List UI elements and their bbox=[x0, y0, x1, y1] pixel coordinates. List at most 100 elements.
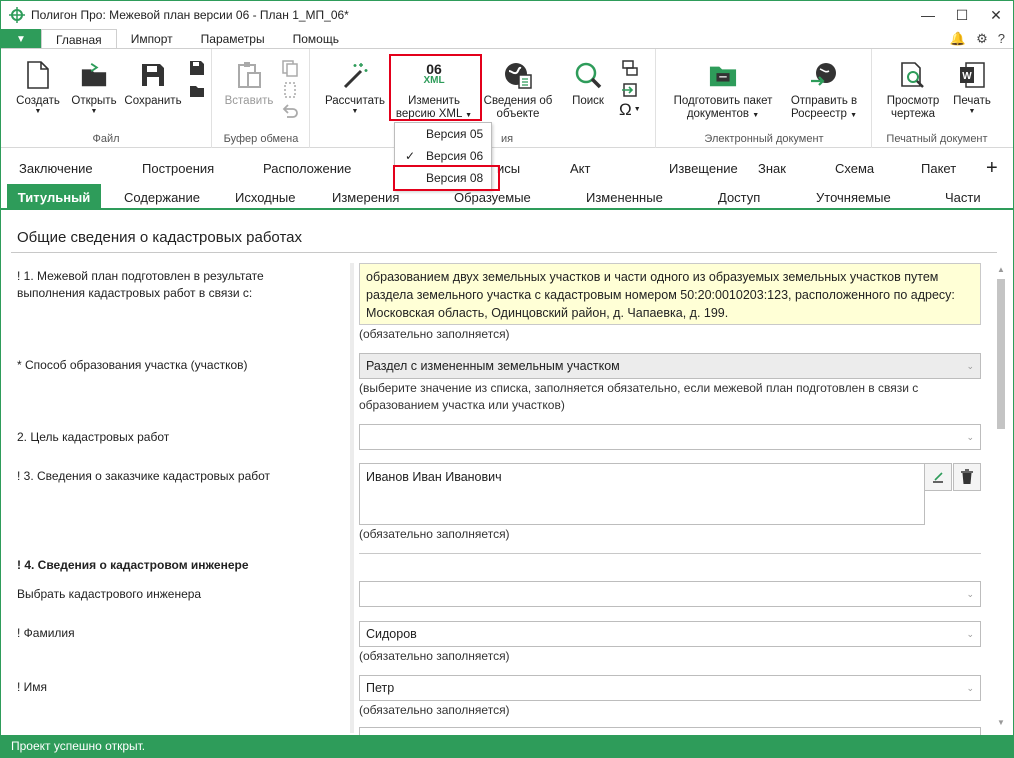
tab-title-page[interactable]: Титульный bbox=[7, 184, 101, 210]
undo-icon[interactable] bbox=[281, 103, 299, 121]
highlight-xml-button bbox=[389, 54, 482, 121]
tab-specified[interactable]: Уточняемые bbox=[816, 190, 891, 205]
tab-sign[interactable]: Знак bbox=[758, 161, 786, 176]
create-label: Создать bbox=[16, 95, 60, 107]
open-button[interactable]: Открыть ▼ bbox=[67, 61, 121, 116]
chevron-down-icon: ⌄ bbox=[966, 629, 974, 639]
section-title: Общие сведения о кадастровых работах bbox=[17, 229, 302, 246]
engineer-header: ! 4. Сведения о кадастровом инженере bbox=[17, 558, 249, 572]
help-icon[interactable]: ? bbox=[998, 31, 1005, 47]
print-label: Печать bbox=[953, 95, 991, 107]
file-menu-button[interactable]: ▼ bbox=[1, 29, 41, 49]
tab-import[interactable]: Импорт bbox=[117, 29, 187, 49]
name-select[interactable]: Петр ⌄ bbox=[359, 675, 981, 701]
tab-constructions[interactable]: Построения bbox=[142, 161, 214, 176]
paste-button[interactable]: Вставить bbox=[221, 61, 277, 108]
tab-act[interactable]: Акт bbox=[570, 161, 590, 176]
maximize-button[interactable]: ☐ bbox=[945, 1, 979, 29]
search-button[interactable]: Поиск bbox=[563, 61, 613, 108]
green-folder-icon bbox=[709, 61, 737, 89]
preview-label-1: Просмотр bbox=[886, 95, 940, 107]
tab-notice[interactable]: Извещение bbox=[669, 161, 738, 176]
preview-drawing-button[interactable]: Просмотр чертежа bbox=[879, 61, 947, 121]
tab-package[interactable]: Пакет bbox=[921, 161, 956, 176]
settings-icon[interactable]: ⚙ bbox=[976, 31, 988, 47]
delete-customer-button[interactable] bbox=[953, 463, 981, 491]
q1-textarea[interactable]: образованием двух земельных участков и ч… bbox=[359, 263, 981, 325]
notification-icon[interactable]: 🔔 bbox=[950, 31, 966, 47]
surname-hint: (обязательно заполняется) bbox=[359, 649, 510, 663]
customer-textarea[interactable]: Иванов Иван Иванович bbox=[359, 463, 925, 525]
pencil-icon bbox=[933, 472, 943, 483]
app-logo-icon bbox=[9, 7, 25, 23]
version-05-option[interactable]: Версия 05 bbox=[395, 123, 491, 145]
scroll-down-icon[interactable]: ▼ bbox=[997, 718, 1005, 727]
copy-icon[interactable] bbox=[281, 59, 299, 77]
tab-formed[interactable]: Образуемые bbox=[454, 190, 531, 205]
tab-descriptions[interactable]: исы bbox=[497, 161, 520, 176]
group-clipboard: Вставить Буфер обмена bbox=[213, 49, 310, 148]
tab-conclusion[interactable]: Заключение bbox=[19, 161, 93, 176]
object-info-button[interactable]: Сведения об объекте bbox=[479, 61, 557, 121]
import-arrow-icon[interactable] bbox=[621, 81, 639, 99]
close-project-icon[interactable] bbox=[188, 81, 206, 99]
highlight-version-08 bbox=[393, 165, 500, 191]
next-field-partial[interactable] bbox=[359, 727, 981, 735]
save-as-icon[interactable] bbox=[188, 59, 206, 77]
send-rosreestr-button[interactable]: Отправить в Росреестр ▼ bbox=[783, 61, 865, 121]
layers-icon[interactable] bbox=[621, 59, 639, 77]
tab-measurements[interactable]: Измерения bbox=[332, 190, 399, 205]
new-document-icon bbox=[24, 61, 52, 89]
group-print-label: Печатный документ bbox=[886, 133, 988, 145]
vertical-scrollbar[interactable]: ▲ ▼ bbox=[995, 263, 1007, 733]
object-info-label-1: Сведения об bbox=[483, 95, 553, 107]
print-button[interactable]: W Печать ▼ bbox=[949, 61, 995, 116]
tab-parameters[interactable]: Параметры bbox=[187, 29, 279, 49]
tab-access[interactable]: Доступ bbox=[718, 190, 760, 205]
save-button[interactable]: Сохранить bbox=[123, 61, 183, 108]
prepare-package-button[interactable]: Подготовить пакет документов ▼ bbox=[667, 61, 779, 121]
title-bar: Полигон Про: Межевой план версии 06 - Пл… bbox=[1, 1, 1013, 29]
goal-select[interactable]: ⌄ bbox=[359, 424, 981, 450]
tab-location[interactable]: Расположение bbox=[263, 161, 351, 176]
special-symbols-button[interactable]: Ω ▼ bbox=[619, 100, 649, 119]
status-bar: Проект успешно открыт. bbox=[1, 735, 1013, 757]
surname-select[interactable]: Сидоров ⌄ bbox=[359, 621, 981, 647]
form-splitter[interactable] bbox=[350, 263, 354, 733]
method-select[interactable]: Раздел с измененным земельным участком ⌄ bbox=[359, 353, 981, 379]
chevron-down-icon: ⌄ bbox=[966, 683, 974, 693]
omega-icon: Ω bbox=[619, 100, 632, 119]
preview-icon bbox=[899, 61, 927, 89]
scroll-up-icon[interactable]: ▲ bbox=[997, 265, 1005, 274]
scroll-thumb[interactable] bbox=[997, 279, 1005, 429]
method-label: * Способ образования участка (участков) bbox=[17, 358, 248, 372]
cut-icon[interactable] bbox=[281, 81, 299, 99]
add-tab-button[interactable]: + bbox=[986, 157, 998, 180]
calculate-button[interactable]: Рассчитать ▼ bbox=[323, 61, 387, 116]
minimize-button[interactable]: — bbox=[911, 1, 945, 29]
edit-customer-button[interactable] bbox=[924, 463, 952, 491]
goal-label: 2. Цель кадастровых работ bbox=[17, 430, 170, 444]
tab-source[interactable]: Исходные bbox=[235, 190, 295, 205]
version-06-option[interactable]: ✓ Версия 06 bbox=[395, 145, 491, 167]
section-divider bbox=[11, 252, 997, 253]
group-project-label: ия bbox=[501, 133, 514, 145]
word-document-icon: W bbox=[958, 61, 986, 89]
group-edoc-label: Электронный документ bbox=[704, 133, 824, 145]
close-button[interactable]: ✕ bbox=[979, 1, 1013, 29]
group-file-label: Файл bbox=[92, 133, 120, 145]
send-label-1: Отправить в bbox=[790, 95, 858, 107]
name-label: ! Имя bbox=[17, 680, 48, 694]
tab-contents[interactable]: Содержание bbox=[124, 190, 200, 205]
quick-icons: 🔔 ⚙ ? bbox=[950, 31, 1005, 47]
tab-main[interactable]: Главная bbox=[41, 29, 117, 49]
create-button[interactable]: Создать ▼ bbox=[13, 61, 63, 116]
customer-label: ! 3. Сведения о заказчике кадастровых ра… bbox=[17, 469, 271, 483]
magic-wand-icon bbox=[341, 61, 369, 89]
choose-engineer-select[interactable]: ⌄ bbox=[359, 581, 981, 607]
tab-changed[interactable]: Измененные bbox=[586, 190, 663, 205]
tab-scheme[interactable]: Схема bbox=[835, 161, 874, 176]
tab-parts[interactable]: Части bbox=[945, 190, 981, 205]
prepare-label-2: документов ▼ bbox=[686, 108, 760, 120]
tab-help[interactable]: Помощь bbox=[279, 29, 353, 49]
